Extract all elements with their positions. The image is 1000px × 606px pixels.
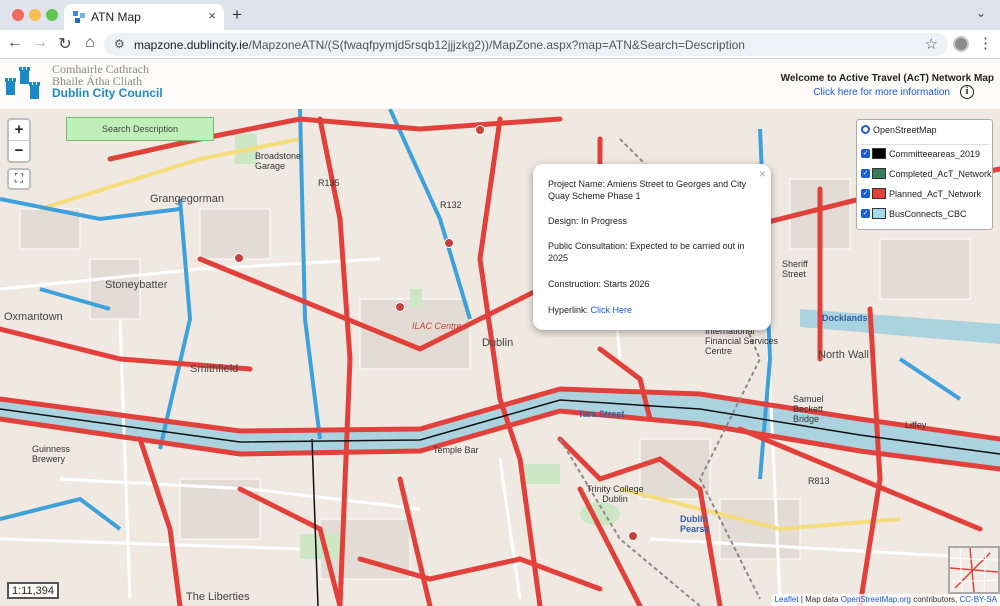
back-arrow-icon[interactable]: ← (5, 34, 25, 52)
map-label-sheriff-street: Sheriff Street (782, 259, 808, 279)
map-label-liffey: Liffey (905, 420, 927, 430)
council-name-english: Dublin City Council (52, 86, 163, 100)
profile-avatar[interactable] (953, 36, 969, 52)
overlay-committeeareas[interactable]: ✓ Committeeareas_2019 (861, 148, 980, 164)
map-label-ifsc: International Financial Services Centre (705, 326, 779, 356)
maximize-window-button[interactable] (46, 9, 58, 21)
browser-tab-bar: ATN Map × + ⌄ (0, 0, 1000, 30)
popup-construction: Construction: Starts 2026 (548, 279, 650, 289)
map-label-trinity: Trinity College Dublin (586, 484, 644, 504)
radio-selected-icon[interactable] (861, 125, 870, 135)
browser-tab[interactable]: ATN Map × (64, 4, 224, 30)
checkbox-checked-icon[interactable]: ✓ (861, 149, 870, 159)
reload-icon[interactable]: ↻ (55, 34, 75, 54)
map-label-samuel-beckett-bridge: Samuel Beckett Bridge (793, 394, 824, 424)
poi-marker-icon[interactable] (234, 253, 244, 263)
map-label-r132: R132 (440, 200, 462, 210)
map-label-r813: R813 (808, 476, 830, 486)
popup-close-icon[interactable]: × (759, 167, 766, 181)
map-label-temple-bar: Temple Bar (433, 445, 479, 455)
map-label-liberties: The Liberties (186, 591, 250, 603)
leaflet-link[interactable]: Leaflet (775, 595, 799, 604)
map-attribution: Leaflet | Map data OpenStreetMap.org con… (771, 594, 1000, 606)
popup-hyperlink-row: Hyperlink: Click Here (548, 304, 758, 316)
map-label-ilac: ILAC Centre (412, 321, 462, 331)
base-layer-openstreetmap[interactable]: OpenStreetMap (861, 124, 937, 140)
app-header: Comhairle Cathrach Bhaile Átha Cliath Du… (0, 59, 1000, 109)
map-label-pearse: Dublin Pearse (680, 514, 710, 534)
popup-hyperlink-label: Hyperlink: (548, 305, 589, 315)
map-label-smithfield: Smithfield (190, 363, 239, 375)
page-content: Grangegorman Stoneybatter Oxmantown Smit… (0, 59, 1000, 606)
map-label-dublin: Dublin (482, 337, 514, 349)
layer-divider (861, 144, 989, 145)
project-popup: × Project Name: Amiens Street to Georges… (533, 164, 771, 330)
map-scale: 1:11,394 (7, 582, 59, 599)
map-canvas[interactable]: Grangegorman Stoneybatter Oxmantown Smit… (0, 59, 1000, 606)
osm-link[interactable]: OpenStreetMap.org (841, 595, 911, 604)
zoom-out-button[interactable]: − (9, 141, 29, 161)
minimap[interactable] (948, 546, 1000, 594)
map-label-stoneybatter: Stoneybatter (105, 279, 168, 291)
map-label-grangegorman: Grangegorman (150, 193, 224, 205)
map-favicon-icon (73, 11, 85, 23)
checkbox-checked-icon[interactable]: ✓ (861, 169, 870, 179)
legend-swatch (872, 148, 886, 160)
poi-marker-icon[interactable] (475, 125, 485, 135)
url-field[interactable]: ⚙ mapzone.dublincity.ie/MapzoneATN/(S(fw… (104, 33, 948, 56)
checkbox-checked-icon[interactable]: ✓ (861, 209, 870, 219)
map-label-broadstone: Broadstone Garage (255, 151, 302, 171)
map-label-oxmantown: Oxmantown (4, 311, 63, 323)
url-text: mapzone.dublincity.ie/MapzoneATN/(S(fwaq… (134, 38, 745, 52)
poi-marker-icon[interactable] (395, 302, 405, 312)
close-window-button[interactable] (12, 9, 24, 21)
dublin-city-council-logo (5, 67, 40, 99)
license-link[interactable]: CC-BY-SA (960, 595, 998, 604)
overlay-planned-act-network[interactable]: ✓ Planned_AcT_Network (861, 188, 981, 204)
map-label-docklands: Docklands (822, 313, 868, 323)
legend-swatch (872, 208, 886, 220)
tab-close-icon[interactable]: × (208, 8, 216, 23)
minimap-tiles (949, 547, 999, 593)
site-info-icon[interactable]: ⚙ (114, 37, 125, 51)
overlay-completed-act-network[interactable]: ✓ Completed_AcT_Network (861, 168, 992, 184)
map-label-tara-street: Tara Street (578, 409, 625, 419)
page-title: Welcome to Active Travel (AcT) Network M… (780, 73, 994, 84)
fullscreen-button[interactable]: ⛶ (7, 168, 31, 190)
address-toolbar: ← → ↻ ⌂ ⚙ mapzone.dublincity.ie/MapzoneA… (0, 30, 1000, 59)
poi-marker-icon[interactable] (444, 238, 454, 248)
home-icon[interactable]: ⌂ (80, 34, 100, 52)
map-label-north-wall: North Wall (818, 349, 869, 361)
zoom-in-button[interactable]: + (9, 120, 29, 140)
new-tab-button[interactable]: + (232, 5, 242, 25)
layer-control-panel: OpenStreetMap ✓ Committeeareas_2019 ✓ Comp… (856, 119, 993, 230)
popup-design: Design: In Progress (548, 216, 628, 226)
legend-swatch (872, 188, 886, 200)
map-label-guinness: Guinness Brewery (32, 444, 71, 464)
map-tiles (0, 59, 1000, 606)
popup-consultation: Public Consultation: Expected to be carr… (548, 241, 745, 263)
search-description-button[interactable]: Search Description (66, 117, 214, 141)
poi-marker-icon[interactable] (628, 531, 638, 541)
checkbox-checked-icon[interactable]: ✓ (861, 189, 870, 199)
minimize-window-button[interactable] (29, 9, 41, 21)
tab-search-icon[interactable]: ⌄ (976, 6, 986, 20)
popup-hyperlink[interactable]: Click Here (591, 305, 633, 315)
map-label-r135: R135 (318, 178, 340, 188)
popup-project-name: Project Name: Amiens Street to Georges a… (548, 179, 747, 201)
tab-title: ATN Map (91, 10, 141, 24)
more-information-link[interactable]: Click here for more information (813, 87, 950, 98)
overlay-busconnects-cbc[interactable]: ✓ BusConnects_CBC (861, 208, 967, 224)
browser-menu-icon[interactable]: ⋮ (978, 34, 993, 52)
zoom-control: + − (7, 118, 31, 163)
bookmark-star-icon[interactable]: ☆ (925, 35, 938, 53)
info-icon[interactable]: i (960, 85, 974, 99)
forward-arrow-icon[interactable]: → (30, 34, 50, 52)
legend-swatch (872, 168, 886, 180)
